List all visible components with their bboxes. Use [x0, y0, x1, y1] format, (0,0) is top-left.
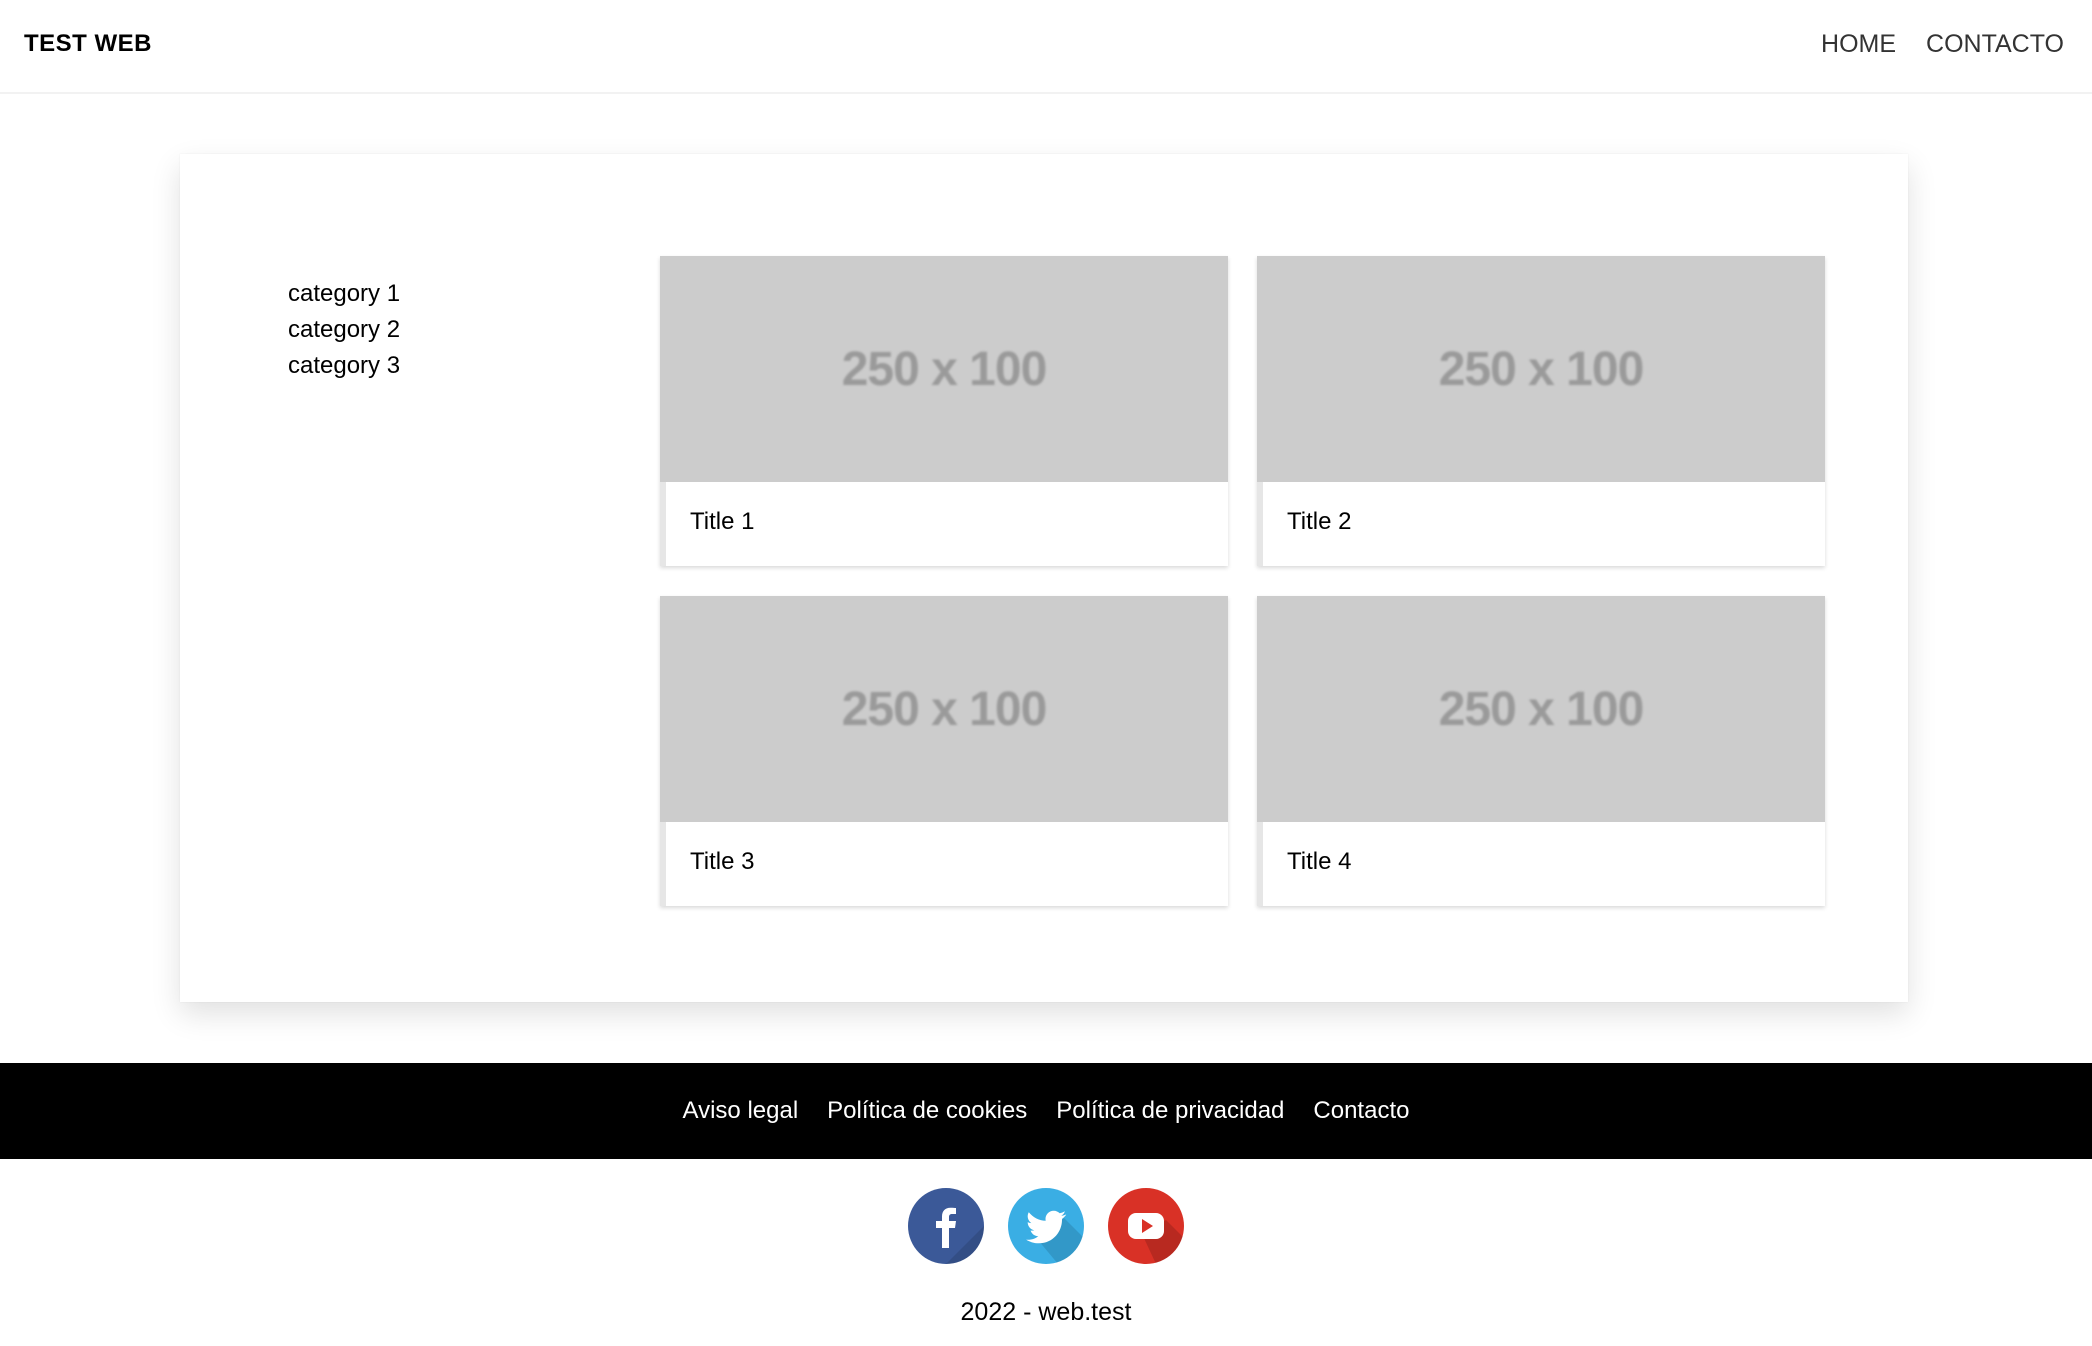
tile-title: Title 1: [690, 508, 755, 535]
facebook-icon: [936, 1207, 984, 1264]
tile-title: Title 2: [1287, 508, 1352, 535]
nav-home-link[interactable]: HOME: [1821, 30, 1896, 59]
category-link[interactable]: category 3: [288, 348, 400, 384]
content-card: category 1 category 2 category 3 250 x 1…: [180, 154, 1908, 1002]
placeholder-label: 250 x 100: [1438, 342, 1645, 396]
tile-title: Title 3: [690, 848, 755, 875]
youtube-icon: [1128, 1213, 1184, 1264]
site-header: TEST WEB HOME CONTACTO: [0, 0, 2092, 94]
twitter-icon: [1026, 1210, 1084, 1264]
social-links: [0, 1188, 2092, 1264]
content-tile[interactable]: 250 x 100 Title 3: [660, 596, 1228, 906]
content-tile[interactable]: 250 x 100 Title 4: [1257, 596, 1825, 906]
facebook-button[interactable]: [908, 1188, 984, 1264]
footer-cookies-link[interactable]: Política de cookies: [827, 1097, 1027, 1125]
nav-contacto-link[interactable]: CONTACTO: [1926, 30, 2064, 59]
footer-links-bar: Aviso legal Política de cookies Política…: [0, 1063, 2092, 1159]
twitter-button[interactable]: [1008, 1188, 1084, 1264]
content-tile[interactable]: 250 x 100 Title 1: [660, 256, 1228, 566]
copyright-text: 2022 - web.test: [960, 1298, 1132, 1326]
site-brand[interactable]: TEST WEB: [24, 30, 152, 58]
placeholder-label: 250 x 100: [841, 682, 1048, 736]
placeholder-label: 250 x 100: [1438, 682, 1645, 736]
tile-title: Title 4: [1287, 848, 1352, 875]
placeholder-label: 250 x 100: [841, 342, 1048, 396]
tile-image-placeholder: 250 x 100: [1257, 256, 1825, 482]
tile-image-placeholder: 250 x 100: [660, 256, 1228, 482]
footer-aviso-legal-link[interactable]: Aviso legal: [683, 1097, 799, 1125]
category-link[interactable]: category 2: [288, 312, 400, 348]
main-nav: HOME CONTACTO: [1821, 30, 2064, 59]
footer-contacto-link[interactable]: Contacto: [1313, 1097, 1409, 1125]
footer-privacy-link[interactable]: Política de privacidad: [1056, 1097, 1284, 1125]
tile-image-placeholder: 250 x 100: [1257, 596, 1825, 822]
category-list: category 1 category 2 category 3: [288, 276, 400, 384]
category-link[interactable]: category 1: [288, 276, 400, 312]
content-tile[interactable]: 250 x 100 Title 2: [1257, 256, 1825, 566]
youtube-button[interactable]: [1108, 1188, 1184, 1264]
tile-image-placeholder: 250 x 100: [660, 596, 1228, 822]
